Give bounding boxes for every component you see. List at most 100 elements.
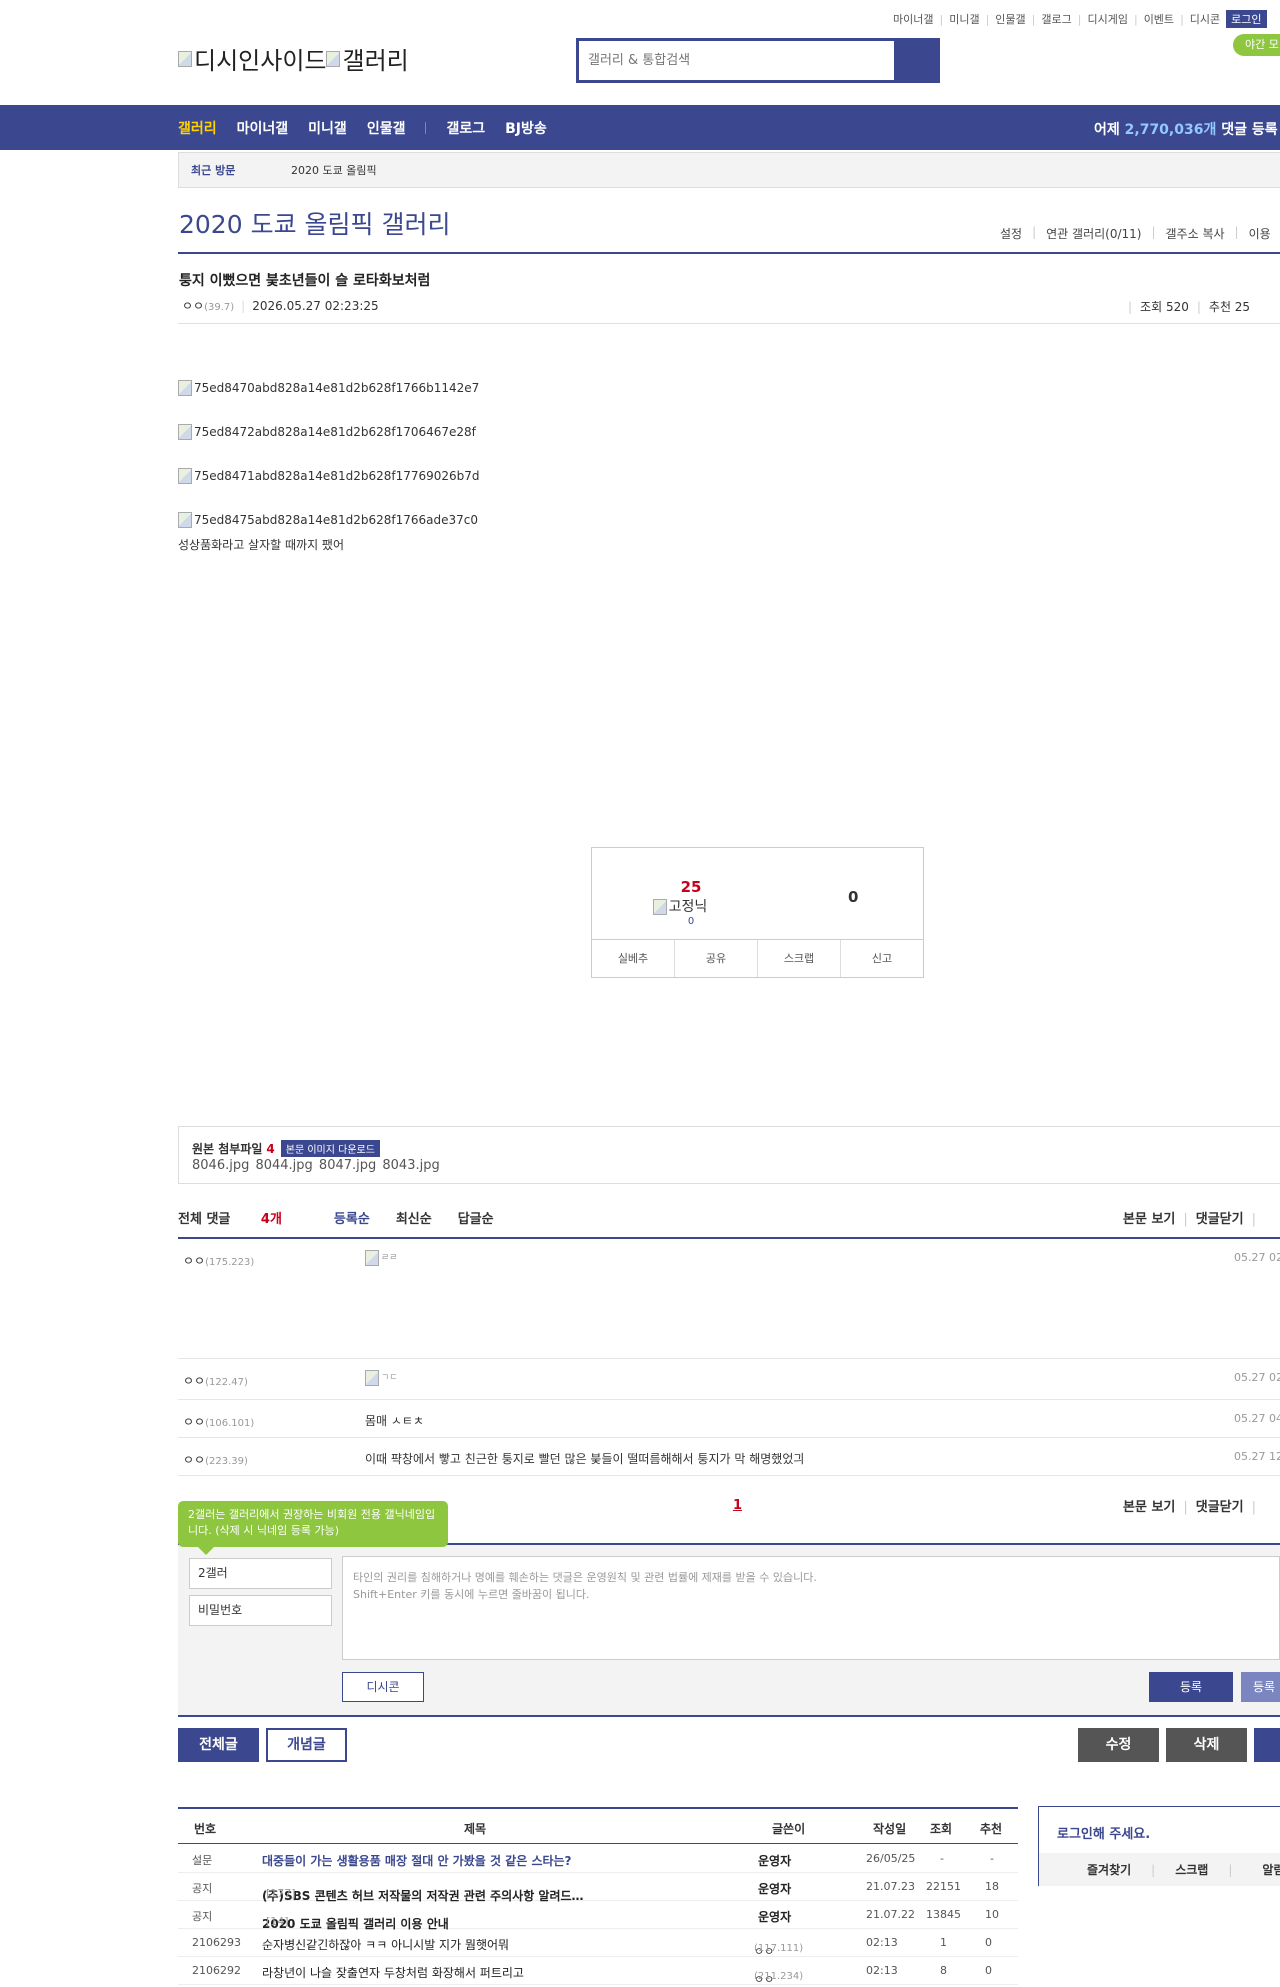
concept-posts-button[interactable]: 개념글 [266, 1728, 347, 1762]
search-input[interactable] [579, 41, 894, 80]
night-mode-toggle[interactable]: 야간 모 [1233, 34, 1280, 56]
comment-page-1[interactable]: 1 [733, 1498, 742, 1513]
comment-submit-button[interactable]: 등록 [1149, 1672, 1233, 1702]
comment-write-area: 2갤러 비밀번호 타인의 권리를 침해하거나 명예를 훼손하는 댓글은 운영원칙… [178, 1545, 1280, 1715]
comment-date: 05.27 12 [1234, 1450, 1280, 1463]
comment-writer[interactable]: ㅇㅇ(122.47) [183, 1372, 248, 1389]
password-field[interactable]: 비밀번호 [189, 1595, 332, 1626]
list-item[interactable]: 공지 2020 도쿄 올림픽 갤러리 이용 안내 [14] 운영자 21.07.2… [178, 1901, 1018, 1931]
close-comments-link[interactable]: 댓글닫기 [1196, 1212, 1244, 1227]
post-image[interactable]: 75ed8470abd828a14e81d2b628f1766b1142e7 [178, 380, 479, 396]
post-stats: | 조회 520 | 추천 25 [1128, 300, 1251, 314]
post-image[interactable]: 75ed8471abd828a14e81d2b628f17769026b7d [178, 468, 480, 484]
login-message[interactable]: 로그인해 주세요. [1057, 1823, 1150, 1842]
nav-minor[interactable]: 마이너갤 [237, 118, 289, 138]
top-link-game[interactable]: 디시게임 [1087, 11, 1127, 27]
copy-address-link[interactable]: 갤주소 복사 [1166, 225, 1225, 242]
delete-button[interactable]: 삭제 [1166, 1728, 1247, 1762]
broken-image-icon [326, 50, 341, 67]
share-button[interactable]: 공유 [675, 940, 758, 977]
search-box [576, 38, 940, 83]
attachments-count: 4 [266, 1141, 275, 1156]
list-item[interactable]: 2106293 순자병신같긴하잖아 ㅋㅋ 아니시발 지가 뭠햇어뭐 ㅇㅇ (11… [178, 1929, 1018, 1958]
attachment-files[interactable]: 8046.jpg 8044.jpg 8047.jpg 8043.jpg [192, 1158, 440, 1173]
nav-gallog[interactable]: 갤로그 [446, 118, 485, 138]
list-item[interactable]: 공지 (주)SBS 콘텐츠 허브 저작물의 저작권 관련 주의사항 알려드… [1… [178, 1873, 1018, 1903]
view-post-link[interactable]: 본문 보기 [1123, 1500, 1175, 1515]
attachments-label: 원본 첨부파일 [192, 1142, 263, 1156]
settings-link[interactable]: 설정 [1000, 225, 1022, 242]
logo[interactable]: 디시인사이드 갤러리 [178, 41, 409, 76]
attachments-box: 원본 첨부파일 4 본문 이미지 다운로드 8046.jpg 8044.jpg … [178, 1126, 1280, 1184]
post-title: 퉁지 이뻤으면 붖초년들이 슬 로타화보처럼 [179, 273, 431, 289]
sort-registered[interactable]: 등록순 [334, 1208, 370, 1227]
gallery-title[interactable]: 2020 도쿄 올림픽 갤러리 [179, 205, 450, 241]
comment-date: 05.27 04 [1234, 1412, 1280, 1425]
top-link-dccon[interactable]: 디시콘 [1190, 11, 1220, 27]
comment-body: 이때 퍅창에서 빻고 친근한 퉁지로 빨던 많은 붖들이 떨떠름해해서 퉁지가 … [365, 1452, 805, 1466]
top-link-person[interactable]: 인물갤 [995, 11, 1025, 27]
post-meta: ㅇㅇ(39.7) | 2026.05.27 02:23:25 [182, 299, 379, 313]
broken-image-icon [178, 50, 192, 67]
post-views: 조회 520 [1140, 300, 1189, 314]
nav-bj[interactable]: BJ방송 [505, 118, 547, 138]
close-comments-link[interactable]: 댓글닫기 [1196, 1500, 1244, 1515]
comment-writer[interactable]: ㅇㅇ(223.39) [183, 1451, 248, 1468]
post-writer-ip: (39.7) [204, 302, 235, 313]
nav-person[interactable]: 인물갤 [367, 118, 406, 138]
nickname-field[interactable]: 2갤러 [189, 1558, 332, 1589]
recommend-count: 25 [680, 878, 702, 896]
top-link-minor[interactable]: 마이너갤 [893, 11, 933, 27]
write-button[interactable] [1254, 1728, 1280, 1762]
search-button[interactable] [894, 41, 937, 80]
broken-image-icon [365, 1250, 379, 1266]
post-image[interactable]: 75ed8472abd828a14e81d2b628f1706467e28f [178, 424, 476, 440]
list-item-title: 순자병신같긴하잖아 ㅋㅋ 아니시발 지가 뭠햇어뭐 [262, 1938, 510, 1952]
list-item[interactable]: 2106292 라창년이 나슬 잦출연자 두창처럼 화장해서 퍼트리고 ㅇㅇ (… [178, 1957, 1018, 1986]
top-link-mini[interactable]: 미니갤 [949, 11, 979, 27]
post-image[interactable]: 75ed8475abd828a14e81d2b628f1766ade37c0 [178, 512, 478, 528]
related-gallery-link[interactable]: 연관 갤러리(0/11) [1046, 225, 1141, 242]
all-posts-button[interactable]: 전체글 [178, 1728, 259, 1762]
top-link-event[interactable]: 이벤트 [1144, 11, 1174, 27]
view-post-link[interactable]: 본문 보기 [1123, 1212, 1175, 1227]
login-button[interactable]: 로그인 [1226, 10, 1267, 28]
sort-replies[interactable]: 답글순 [458, 1208, 494, 1227]
dccon-button[interactable]: 디시콘 [342, 1672, 424, 1702]
recommend-down[interactable]: 0 [848, 888, 858, 906]
search-icon [907, 52, 921, 66]
notification-link[interactable]: 알림 [1262, 1861, 1280, 1878]
recommend-up[interactable]: 25 고정닉 0 [652, 878, 724, 927]
usage-link[interactable]: 이용 [1249, 225, 1271, 242]
comment-item: ㅇㅇ(122.47) ㄱㄷ 05.27 02 [178, 1359, 1280, 1400]
sort-latest[interactable]: 최신순 [396, 1208, 432, 1227]
scrap-link[interactable]: 스크랩 [1175, 1861, 1208, 1878]
logo-text-gallery: 갤러리 [342, 47, 409, 75]
comment-header: 전체 댓글 4개 등록순 최신순 답글순 본문 보기 | 댓글닫기 | [178, 1208, 1280, 1238]
report-button[interactable]: 신고 [841, 940, 923, 977]
comment-date: 05.27 02 [1234, 1251, 1280, 1264]
post-writer[interactable]: ㅇㅇ [182, 299, 204, 313]
fixed-nick-recommend: 고정닉 [636, 896, 724, 916]
recent-visit-item[interactable]: 2020 도쿄 올림픽 [291, 162, 377, 178]
nav-mini[interactable]: 미니갤 [308, 118, 347, 138]
comment-submit-recommend-button[interactable]: 등록 [1241, 1672, 1280, 1702]
nav-gallery[interactable]: 갤러리 [178, 118, 217, 138]
comment-writer[interactable]: ㅇㅇ(106.101) [183, 1413, 254, 1430]
col-title: 제목 [464, 1822, 487, 1836]
scrap-button[interactable]: 스크랩 [758, 940, 841, 977]
edit-button[interactable]: 수정 [1078, 1728, 1159, 1762]
post-recs: 추천 25 [1208, 300, 1251, 314]
best-recommend-button[interactable]: 실베추 [592, 940, 675, 977]
top-link-gallog[interactable]: 갤로그 [1041, 11, 1071, 27]
comment-item: ㅇㅇ(223.39) 이때 퍅창에서 빻고 친근한 퉁지로 빨던 많은 붖들이 … [178, 1438, 1280, 1476]
favorites-link[interactable]: 즐겨찾기 [1087, 1861, 1131, 1878]
download-images-button[interactable]: 본문 이미지 다운로드 [280, 1140, 380, 1157]
comment-writer[interactable]: ㅇㅇ(175.223) [183, 1252, 254, 1269]
list-item[interactable]: 설문 대중들이 가는 생활용품 매장 절대 안 가봤을 것 같은 스타는? 운영… [178, 1845, 1018, 1873]
broken-image-icon [178, 380, 192, 396]
comment-body: ㄹㄹ [365, 1250, 398, 1266]
nav-divider [425, 121, 427, 134]
comment-footer-links: 본문 보기 | 댓글닫기 | [1123, 1500, 1256, 1515]
comment-textarea[interactable]: 타인의 권리를 침해하거나 명예를 훼손하는 댓글은 운영원칙 및 관련 법률에… [342, 1556, 1280, 1660]
